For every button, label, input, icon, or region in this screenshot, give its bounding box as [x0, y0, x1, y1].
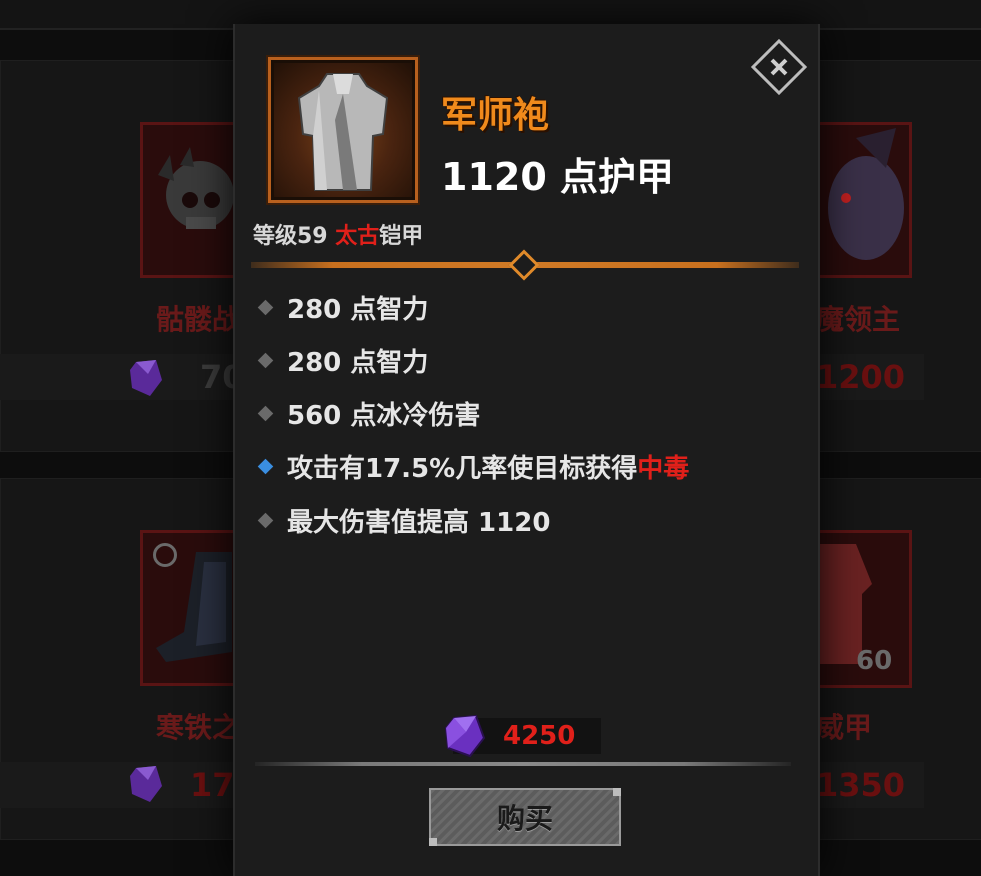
item-rarity: 太古	[335, 224, 380, 249]
purple-gem-icon	[130, 766, 162, 802]
stat-row: 560 点冰冷伤害	[255, 393, 480, 433]
buy-button[interactable]: 购买	[429, 788, 621, 846]
stat-text: 280 点智力	[287, 294, 429, 325]
button-corner-ornament	[613, 788, 621, 796]
stat-highlight: 中毒	[637, 453, 690, 484]
shop-card-4-price: 1350	[816, 766, 906, 804]
shop-card-4-level: 60	[856, 646, 893, 676]
skull-warrior-icon	[158, 147, 234, 229]
purple-gem-icon	[444, 714, 486, 758]
item-type: 铠甲	[379, 224, 424, 249]
close-icon[interactable]	[750, 38, 808, 96]
stat-text: 攻击有17.5%几率使目标获得中毒	[287, 448, 689, 485]
item-level-line: 等级59 太古铠甲	[253, 218, 423, 250]
item-price: 4250	[503, 721, 576, 751]
shop-card-2-price: 1200	[816, 358, 906, 396]
armor-value: 1120 点护甲	[441, 155, 674, 199]
shop-card-1-price-bar	[0, 354, 233, 400]
shop-card-1-name: 骷髅战	[156, 303, 241, 336]
footer-divider	[255, 762, 791, 766]
shop-card-3-name: 寒铁之	[156, 711, 241, 744]
item-name: 军师袍	[441, 95, 550, 136]
stat-row: 280 点智力	[255, 340, 428, 380]
item-detail-modal: 军师袍 1120 点护甲 等级59 太古铠甲 280 点智力 280 点智力 5…	[233, 24, 820, 876]
stat-text: 280 点智力	[287, 347, 429, 378]
demon-lord-icon	[828, 128, 904, 260]
shop-card-2-name: 魔领主	[816, 303, 901, 336]
diamond-bullet-icon	[257, 299, 274, 315]
robe-icon	[297, 73, 389, 191]
diamond-bullet-icon	[257, 405, 274, 421]
frost-boots-icon	[156, 552, 232, 662]
divider-diamond-ornament	[508, 249, 540, 281]
stat-text: 最大伤害值提高 1120	[287, 507, 551, 538]
shop-card-4-name: 威甲	[816, 711, 873, 744]
purple-gem-icon	[130, 360, 162, 396]
button-corner-ornament	[429, 838, 437, 846]
item-icon-frame	[268, 57, 418, 203]
stat-row: 最大伤害值提高 1120	[255, 500, 550, 540]
blue-diamond-bullet-icon	[257, 458, 274, 474]
stat-row-special: 攻击有17.5%几率使目标获得中毒	[255, 446, 689, 486]
item-level: 等级59	[253, 224, 336, 249]
stat-row: 280 点智力	[255, 287, 428, 327]
diamond-bullet-icon	[257, 512, 274, 528]
buy-button-label: 购买	[496, 802, 553, 835]
stat-text: 560 点冰冷伤害	[287, 400, 481, 431]
shop-card-3-price: 17	[190, 766, 235, 804]
diamond-bullet-icon	[257, 352, 274, 368]
stat-text-main: 攻击有17.5%几率使目标获得	[287, 453, 638, 484]
